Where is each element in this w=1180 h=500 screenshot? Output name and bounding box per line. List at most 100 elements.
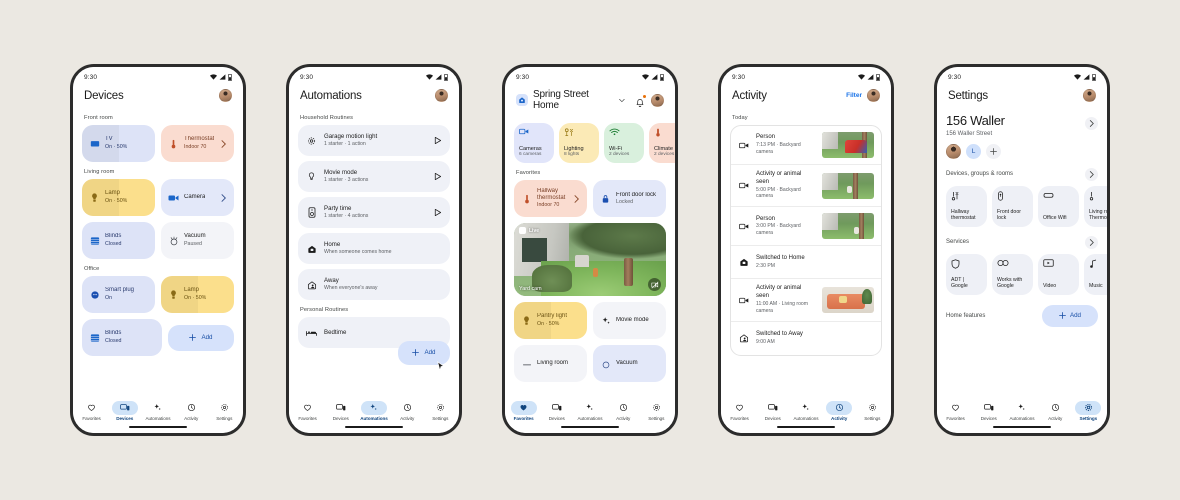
nav-item-settings[interactable]: Settings [208,401,241,421]
home-tile-movie-mode[interactable]: Movie mode [593,302,666,339]
group-card-hallway-thermostat[interactable]: Hallway thermostat [946,185,987,227]
nav-item-favorites[interactable]: Favorites [723,401,756,421]
device-tile-lamp[interactable]: Lamp On · 50% [82,179,155,216]
automation-row-home[interactable]: Home When someone comes home [298,233,450,264]
activity-row[interactable]: Activity or animal seen 11:00 AM · Livin… [731,279,881,322]
gesture-bar[interactable] [345,425,403,428]
play-button[interactable] [433,132,442,150]
nav-item-devices[interactable]: Devices [756,401,789,421]
filter-button[interactable]: Filter [846,92,862,99]
camera-feed-card[interactable]: Live Yard cam [514,223,666,296]
group-card-office-wifi[interactable]: Office Wifi [1038,185,1079,227]
add-device-button[interactable]: Add [168,324,234,351]
nav-item-activity[interactable]: Activity [607,401,640,421]
home-detail-button[interactable] [1085,117,1098,130]
camera-off-icon[interactable] [648,278,661,291]
favorite-tile-front-door-lock[interactable]: Front door lock Locked [593,180,666,217]
category-chip-climate[interactable]: Climate 2 devices [649,123,675,163]
device-tile-blinds[interactable]: Blinds Closed [82,222,155,259]
nav-item-settings[interactable]: Settings [856,401,889,421]
nav-item-devices[interactable]: Devices [108,400,141,421]
activity-thumbnail[interactable] [822,172,874,199]
add-feature-button[interactable]: Add [1042,304,1098,327]
nav-item-activity[interactable]: Activity [823,400,856,421]
nav-item-activity[interactable]: Activity [175,401,208,421]
activity-thumbnail[interactable] [822,132,874,158]
home-tile-pantry-light[interactable]: Pantry light On · 50% [514,302,587,339]
automations-list[interactable]: Household Routines Garage motion light 1… [289,108,459,397]
automation-row-movie-mode[interactable]: Movie mode 1 starter · 3 actions [298,161,450,192]
group-card-front-door-lock[interactable]: Front door lock [992,185,1033,227]
nav-item-favorites[interactable]: Favorites [75,401,108,421]
nav-item-favorites[interactable]: Favorites [939,401,972,421]
avatar[interactable] [1083,89,1096,102]
avatar[interactable] [867,89,880,102]
settings-content[interactable]: 156 Waller 156 Waller Street L Devices, … [937,108,1107,397]
gesture-bar[interactable] [129,425,187,428]
play-button[interactable] [433,168,442,186]
automation-row-away[interactable]: Away When everyone's away [298,269,450,300]
add-member-button[interactable] [986,143,1001,159]
avatar[interactable] [435,89,448,102]
member-initial[interactable]: L [966,143,981,159]
device-tile-vacuum[interactable]: Vacuum Paused [161,222,234,259]
service-card-adt-google[interactable]: ADT | Google [946,253,987,295]
device-tile-blinds-office[interactable]: Blinds Closed [82,319,162,356]
home-tile-vacuum[interactable]: Vacuum [593,345,666,382]
avatar[interactable] [651,93,664,107]
device-tile-camera[interactable]: Camera [161,179,234,216]
device-tile-lamp-office[interactable]: Lamp On · 50% [161,276,234,313]
devices-list[interactable]: Front room TV On · 50% Thermostat Indoor… [73,108,243,397]
nav-item-settings[interactable]: Settings [640,401,673,421]
nav-item-automations[interactable]: Automations [141,401,174,421]
nav-item-devices[interactable]: Devices [324,401,357,421]
home-tile-living-room[interactable]: Living room [514,345,587,382]
play-button[interactable] [433,204,442,222]
avatar[interactable] [219,89,232,102]
nav-item-activity[interactable]: Activity [391,401,424,421]
device-tile-thermostat[interactable]: Thermostat Indoor 70 [161,125,234,162]
nav-item-devices[interactable]: Devices [972,401,1005,421]
home-header[interactable]: 156 Waller 156 Waller Street [946,113,1098,137]
automation-row-party-time[interactable]: Party time 1 starter · 4 actions [298,197,450,228]
nav-item-devices[interactable]: Devices [540,401,573,421]
device-tile-tv[interactable]: TV On · 50% [82,125,155,162]
nav-item-settings[interactable]: Settings [424,401,457,421]
nav-item-favorites[interactable]: Favorites [291,401,324,421]
bell-icon[interactable] [635,94,646,107]
member-avatar[interactable] [946,143,961,159]
activity-content[interactable]: Today Person 7:13 PM · Backyard camera A… [721,108,891,397]
activity-thumbnail[interactable] [822,213,874,240]
nav-item-automations[interactable]: Automations [573,401,606,421]
category-chip-wifi[interactable]: Wi‑Fi 2 devices [604,123,644,163]
activity-thumbnail[interactable] [822,287,874,314]
nav-item-automations[interactable]: Automations [1005,401,1038,421]
service-card-works-with-google[interactable]: Works with Google [992,253,1033,295]
gesture-bar[interactable] [561,425,619,428]
activity-row[interactable]: Person 7:13 PM · Backyard camera [731,126,881,165]
gesture-bar[interactable] [777,425,835,428]
activity-row[interactable]: Activity or animal seen 5:00 PM · Backya… [731,165,881,208]
activity-row[interactable]: Switched to Home 2:30 PM [731,246,881,280]
section-header-devices-groups-rooms[interactable]: Devices, groups & rooms [946,167,1098,181]
nav-item-favorites[interactable]: Favorites [507,400,540,421]
group-card-living-room-thermostat[interactable]: Living room Thermostat [1084,185,1107,227]
automation-row-garage-motion-light[interactable]: Garage motion light 1 starter · 1 action [298,125,450,156]
category-chip-lighting[interactable]: Lighting 8 lights [559,123,599,163]
nav-item-automations[interactable]: Automations [789,401,822,421]
service-card-video[interactable]: Video [1038,253,1079,295]
device-tile-smart-plug[interactable]: Smart plug On [82,276,155,313]
activity-row[interactable]: Switched to Away 9:00 AM [731,322,881,355]
nav-item-activity[interactable]: Activity [1039,401,1072,421]
activity-row[interactable]: Person 3:00 PM · Backyard camera [731,207,881,247]
nav-item-settings[interactable]: Settings [1072,400,1105,421]
home-content[interactable]: Cameras 6 cameras Lighting 8 lights Wi‑F… [505,117,675,397]
section-header-services[interactable]: Services [946,235,1098,249]
category-chip-cameras[interactable]: Cameras 6 cameras [514,123,554,163]
favorite-tile-hallway-thermostat[interactable]: Hallway thermostat Indoor 70 [514,180,587,217]
section-more-button[interactable] [1085,235,1098,249]
nav-item-automations[interactable]: Automations [357,400,390,421]
section-more-button[interactable] [1085,167,1098,181]
gesture-bar[interactable] [993,425,1051,428]
service-card-music[interactable]: Music [1084,253,1107,295]
